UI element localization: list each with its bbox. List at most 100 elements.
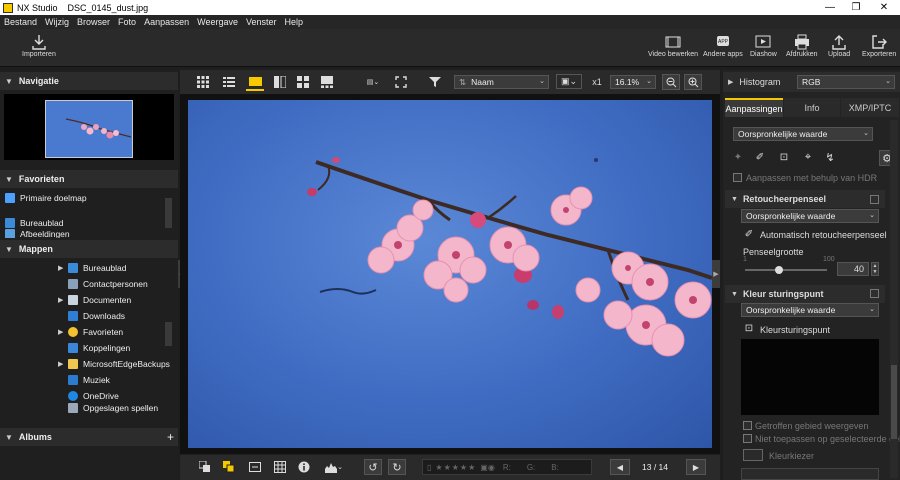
- menu-wijzig[interactable]: Wijzig: [41, 17, 73, 27]
- quad-view-icon[interactable]: [296, 75, 310, 89]
- protect-icon[interactable]: ▣◉: [480, 463, 495, 472]
- crop-icon[interactable]: ⌖: [801, 150, 815, 164]
- menu-venster[interactable]: Venster: [242, 17, 281, 27]
- list-view-icon[interactable]: [222, 75, 236, 89]
- menu-weergave[interactable]: Weergave: [193, 17, 242, 27]
- folder-item[interactable]: Opgeslagen spellen: [58, 403, 158, 413]
- fullscreen-icon[interactable]: [394, 75, 408, 89]
- grid-overlay-icon[interactable]: [273, 460, 287, 474]
- color-picker-swatch[interactable]: [743, 449, 763, 461]
- tab-adjustments[interactable]: Aanpassingen: [725, 98, 783, 117]
- adjustment-preset-select[interactable]: Oorspronkelijke waarde ⌄: [733, 127, 873, 141]
- folders-header[interactable]: ▼ Mappen: [0, 240, 178, 258]
- menu-browser[interactable]: Browser: [73, 17, 114, 27]
- favorite-item[interactable]: Primaire doelmap: [5, 190, 87, 205]
- retouch-brush-icon[interactable]: ✐: [753, 150, 767, 164]
- favorites-scrollbar[interactable]: [165, 198, 172, 228]
- tab-info[interactable]: Info: [784, 98, 840, 117]
- menu-aanpassen[interactable]: Aanpassen: [140, 17, 193, 27]
- single-view-icon[interactable]: [246, 74, 264, 91]
- navigation-preview[interactable]: [4, 94, 174, 160]
- collapse-right-panel-button[interactable]: ▶: [712, 260, 720, 288]
- reject-icon[interactable]: ▯: [427, 463, 431, 472]
- folder-item[interactable]: ▶ MicrosoftEdgeBackups: [58, 356, 170, 371]
- video-edit-button[interactable]: Video bewerken: [648, 33, 698, 58]
- magic-wand-icon[interactable]: ✦: [731, 150, 745, 164]
- upload-button[interactable]: Upload: [828, 33, 850, 58]
- perspective-icon[interactable]: ↯: [823, 150, 837, 164]
- folder-item[interactable]: ▶ Documenten: [58, 292, 131, 307]
- close-button[interactable]: ✕: [870, 0, 898, 15]
- folders-scrollbar[interactable]: [165, 322, 172, 346]
- brush-size-input[interactable]: 40: [837, 262, 869, 276]
- menu-help[interactable]: Help: [281, 17, 308, 27]
- folder-item[interactable]: ▶ Bureaublad: [58, 260, 126, 275]
- folder-item[interactable]: Muziek: [58, 372, 110, 387]
- minimize-button[interactable]: —: [816, 0, 844, 15]
- favorite-item[interactable]: Afbeeldingen: [5, 229, 70, 238]
- slideshow-button[interactable]: Diashow: [750, 33, 777, 58]
- export-button[interactable]: Exporteren: [862, 33, 896, 58]
- zoom-multiplier[interactable]: x1: [588, 74, 606, 89]
- rotate-right-button[interactable]: ↻: [388, 459, 406, 475]
- color-point-preset-select[interactable]: Oorspronkelijke waarde ⌄: [741, 303, 879, 317]
- import-button[interactable]: Importeren: [22, 33, 56, 58]
- retouch-preset-select[interactable]: Oorspronkelijke waarde ⌄: [741, 209, 879, 223]
- folder-item[interactable]: ▶ Favorieten: [58, 324, 123, 339]
- photo-cherry-blossom[interactable]: [188, 100, 712, 448]
- rotate-left-button[interactable]: ↺: [364, 459, 382, 475]
- label-icon[interactable]: [222, 460, 236, 474]
- sort-select[interactable]: ⇅ Naam ⌄: [454, 75, 549, 89]
- maximize-button[interactable]: ❐: [842, 0, 870, 15]
- retouch-header[interactable]: ▼ Retoucheerpenseel: [725, 190, 885, 208]
- navigation-header[interactable]: ▼ Navigatie: [0, 72, 178, 90]
- albums-header[interactable]: ▼ Albums +: [0, 428, 178, 446]
- histogram-overlay-icon[interactable]: ⌄: [322, 460, 346, 474]
- zoom-select[interactable]: 16.1% ⌄: [610, 75, 656, 89]
- folder-item[interactable]: OneDrive: [58, 388, 119, 403]
- hdr-checkbox[interactable]: [733, 173, 742, 182]
- stack-icon[interactable]: [198, 460, 212, 474]
- brush-size-slider[interactable]: [745, 266, 827, 274]
- straighten-icon[interactable]: ⊡: [777, 150, 791, 164]
- rating-stars[interactable]: ★★★★★: [435, 463, 476, 472]
- color-point-list[interactable]: [741, 339, 879, 415]
- info-icon[interactable]: [297, 460, 311, 474]
- menu-bestand[interactable]: Bestand: [0, 17, 41, 27]
- adjustments-scrollbar-thumb[interactable]: [891, 365, 897, 439]
- grid-view-icon[interactable]: [196, 75, 210, 89]
- not-apply-checkbox[interactable]: [743, 434, 752, 443]
- menu-foto[interactable]: Foto: [114, 17, 140, 27]
- print-button[interactable]: Afdrukken: [786, 33, 818, 58]
- auto-retouch-label[interactable]: Automatisch retoucheerpenseel: [760, 230, 887, 240]
- zoom-in-button[interactable]: [684, 74, 702, 90]
- next-image-button[interactable]: ▶: [686, 459, 706, 475]
- color-point-header[interactable]: ▼ Kleur sturingspunt: [725, 285, 885, 303]
- filter-icon[interactable]: [428, 75, 442, 89]
- other-apps-button[interactable]: APP Andere apps: [703, 33, 743, 58]
- compare-view-icon[interactable]: [273, 75, 287, 89]
- color-point-icon[interactable]: ⊡: [743, 322, 755, 334]
- filmstrip-view-icon[interactable]: [320, 75, 334, 89]
- fit-screen-button[interactable]: ▣⌄: [556, 74, 582, 89]
- folder-item[interactable]: Koppelingen: [58, 340, 130, 355]
- favorites-header[interactable]: ▼ Favorieten: [0, 170, 178, 188]
- folder-item[interactable]: Contactpersonen: [58, 276, 148, 291]
- zoom-out-button[interactable]: [662, 74, 680, 90]
- slider-thumb[interactable]: [775, 266, 783, 274]
- color-point-enable-checkbox[interactable]: [870, 289, 879, 298]
- adjustments-scrollbar-track[interactable]: [890, 120, 898, 478]
- color-point-mode-select[interactable]: [741, 468, 879, 480]
- retouch-enable-checkbox[interactable]: [870, 195, 879, 204]
- show-affected-checkbox[interactable]: [743, 421, 752, 430]
- caption-icon[interactable]: [248, 460, 262, 474]
- brush-size-stepper[interactable]: ▲ ▼: [871, 262, 879, 276]
- histogram-channel-select[interactable]: RGB ⌄: [797, 75, 895, 89]
- auto-retouch-icon[interactable]: ✐: [743, 228, 755, 240]
- image-viewer[interactable]: ▶: [180, 94, 720, 454]
- favorite-item[interactable]: Bureaublad: [5, 215, 63, 230]
- tab-xmp-iptc[interactable]: XMP/IPTC: [841, 98, 899, 117]
- folder-item[interactable]: Downloads: [58, 308, 125, 323]
- color-point-label[interactable]: Kleursturingspunt: [760, 325, 830, 335]
- layout-menu-icon[interactable]: ▤⌄: [360, 75, 386, 89]
